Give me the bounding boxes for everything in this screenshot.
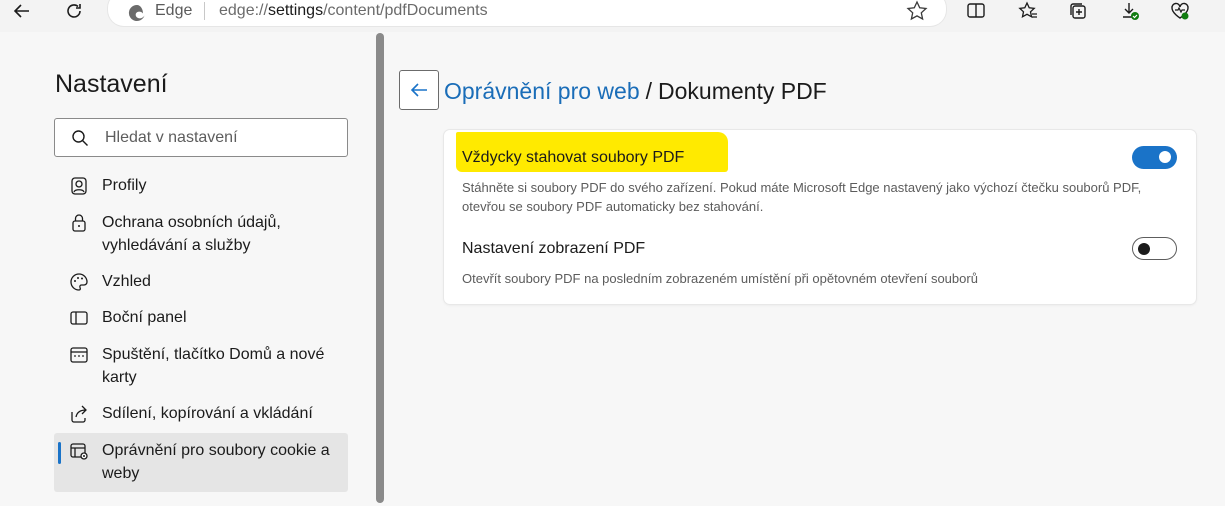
sidebar-panel-icon [70, 311, 88, 325]
setting-title-always-download: Vždycky stahovat soubory PDF [462, 149, 685, 166]
share-icon [71, 405, 87, 423]
lock-icon [72, 214, 86, 232]
refresh-icon [67, 4, 81, 18]
browser-toolbar: Edge edge://settings/content/pdfDocument… [0, 0, 1225, 32]
site-permissions-icon [70, 443, 88, 460]
toggle-always-download[interactable] [1132, 146, 1177, 169]
browser-name: Edge [155, 2, 193, 19]
favorites-icon [1018, 1, 1037, 19]
favorite-star-icon[interactable] [906, 0, 928, 22]
sidebar-scrollbar[interactable] [376, 33, 384, 503]
breadcrumb-separator: / [645, 78, 653, 104]
collections-icon [1070, 3, 1086, 19]
sidebar-item-label: Oprávnění pro soubory cookie a weby [102, 442, 330, 482]
palette-icon [70, 273, 88, 291]
sidebar-item-share[interactable]: Sdílení, kopírování a vkládání [54, 402, 348, 425]
sidebar-item-startup[interactable]: Spuštění, tlačítko Domů a nové karty [54, 343, 348, 389]
sidebar-item-label: Vzhled [102, 273, 151, 290]
sidebar-item-side-panel[interactable]: Boční panel [54, 306, 348, 329]
settings-sidebar: Nastavení Profily Ochrana osobních údajů… [0, 32, 386, 506]
sidebar-item-privacy[interactable]: Ochrana osobních údajů, vyhledávání a sl… [54, 211, 348, 257]
edge-logo-icon [128, 4, 145, 21]
setting-title-pdf-view: Nastavení zobrazení PDF [462, 240, 646, 257]
split-screen-icon [967, 3, 985, 18]
toggle-knob [1159, 151, 1171, 163]
downloads-button[interactable] [1112, 0, 1148, 22]
toggle-knob [1138, 243, 1150, 255]
collections-button[interactable] [1060, 0, 1096, 22]
back-button[interactable] [399, 70, 439, 110]
sidebar-item-label: Profily [102, 177, 147, 194]
favorites-button[interactable] [1010, 0, 1046, 22]
sidebar-item-site-permissions[interactable]: Oprávnění pro soubory cookie a weby [54, 433, 348, 492]
sidebar-title: Nastavení [55, 70, 168, 98]
setting-description-always-download: Stáhněte si soubory PDF do svého zařízen… [462, 180, 1142, 214]
breadcrumb-link-site-permissions[interactable]: Oprávnění pro web [444, 78, 640, 104]
settings-card: Vždycky stahovat soubory PDF Stáhněte si… [444, 130, 1196, 304]
address-divider [204, 2, 205, 20]
profile-icon [71, 177, 87, 195]
download-icon [1123, 3, 1139, 20]
split-screen-button[interactable] [958, 0, 994, 22]
refresh-button[interactable] [56, 0, 92, 22]
sidebar-item-label: Ochrana osobních údajů, vyhledávání a sl… [102, 214, 281, 254]
arrow-left-icon [410, 83, 427, 97]
browser-essentials-button[interactable] [1162, 0, 1198, 22]
back-nav-button[interactable] [4, 0, 40, 22]
home-tabs-icon [70, 347, 88, 363]
sidebar-item-label: Spuštění, tlačítko Domů a nové karty [102, 346, 325, 386]
search-icon [72, 130, 88, 146]
sidebar-item-profiles[interactable]: Profily [54, 174, 348, 197]
active-indicator [58, 442, 61, 464]
settings-search[interactable] [54, 118, 348, 157]
page-title: Dokumenty PDF [658, 78, 827, 104]
address-bar[interactable]: Edge edge://settings/content/pdfDocument… [108, 0, 946, 26]
settings-content: Oprávnění pro web / Dokumenty PDF Vždycky … [386, 32, 1225, 506]
sidebar-item-appearance[interactable]: Vzhled [54, 270, 348, 293]
search-input[interactable] [105, 126, 335, 150]
breadcrumb: Oprávnění pro web / Dokumenty PDF [444, 78, 827, 105]
toggle-pdf-view[interactable] [1132, 237, 1177, 260]
heart-pulse-icon [1171, 2, 1189, 20]
arrow-left-icon [13, 4, 29, 18]
setting-description-pdf-view: Otevřít soubory PDF na posledním zobraze… [462, 271, 978, 286]
sidebar-item-label: Boční panel [102, 309, 187, 326]
url-text[interactable]: edge://settings/content/pdfDocuments [219, 2, 488, 20]
sidebar-item-label: Sdílení, kopírování a vkládání [102, 405, 313, 422]
